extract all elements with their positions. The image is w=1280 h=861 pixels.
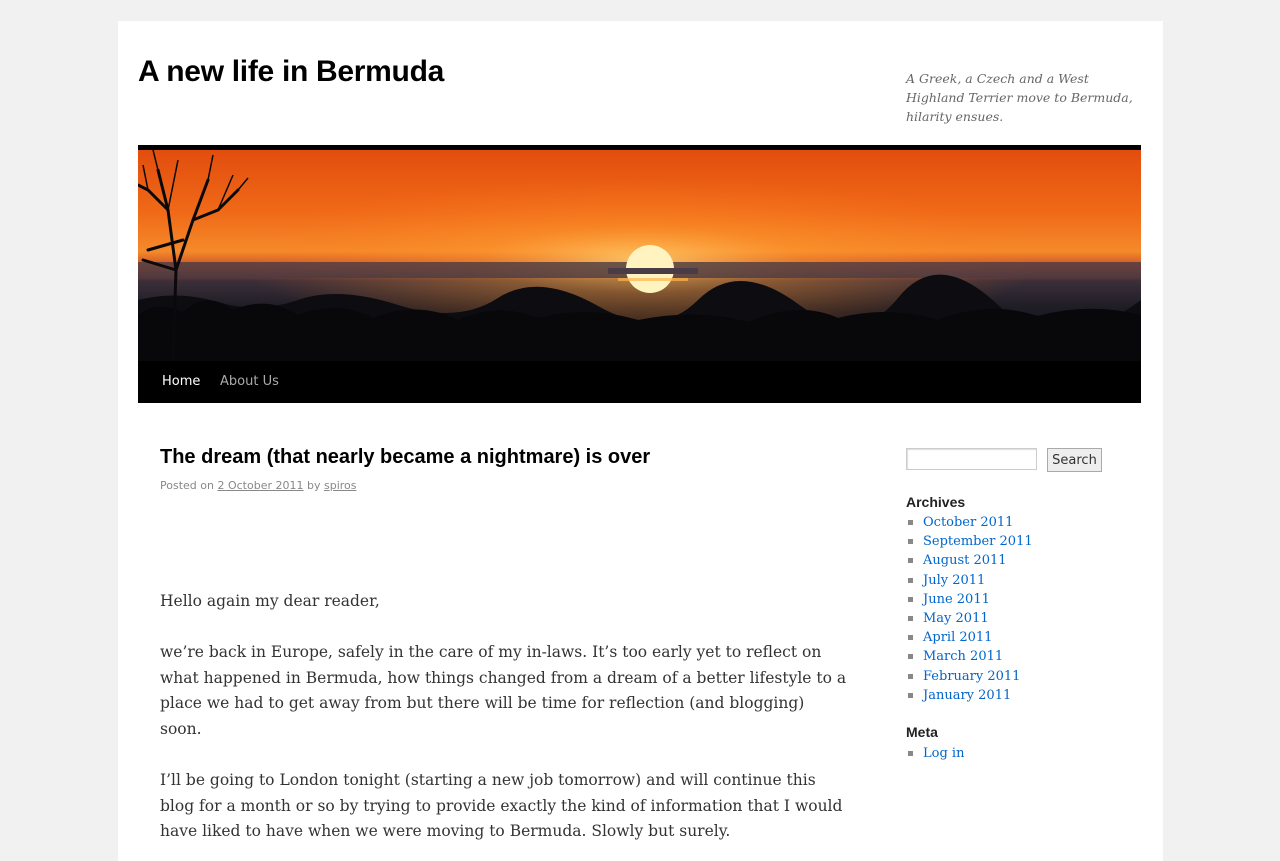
post-paragraph: we’re back in Europe, safely in the care… (160, 643, 847, 738)
list-item: June 2011 (906, 590, 1033, 609)
page-wrapper: A new life in Bermuda A Greek, a Czech a… (118, 21, 1163, 861)
archives-title: Archives (906, 494, 966, 510)
post-meta-label: Posted on (160, 479, 214, 492)
post-paragraph: Hello again my dear reader, (160, 592, 380, 610)
post-author-link[interactable]: spiros (324, 479, 357, 492)
bullet-icon (908, 539, 913, 545)
meta-list: Log in (906, 744, 964, 763)
list-item: February 2011 (906, 667, 1033, 686)
bullet-icon (908, 615, 913, 621)
archive-link[interactable]: August 2011 (923, 553, 1007, 568)
bullet-icon (908, 635, 913, 641)
bullet-icon (908, 673, 913, 679)
archive-link[interactable]: January 2011 (923, 688, 1011, 703)
main-navigation: Home About Us (138, 361, 1141, 403)
bullet-icon (908, 751, 913, 756)
bullet-icon (908, 654, 913, 660)
bullet-icon (908, 558, 913, 564)
archive-link[interactable]: July 2011 (923, 573, 985, 588)
post-paragraph: I’ll be going to London tonight (startin… (160, 771, 843, 841)
meta-title: Meta (906, 724, 938, 740)
nav-item-home[interactable]: Home (162, 361, 200, 403)
bullet-icon (908, 520, 913, 525)
post-date-link[interactable]: 2 October 2011 (217, 479, 303, 492)
archive-link[interactable]: February 2011 (923, 669, 1020, 684)
bullet-icon (908, 692, 913, 698)
list-item: April 2011 (906, 628, 1033, 647)
header-banner-image (138, 150, 1141, 361)
list-item: May 2011 (906, 609, 1033, 628)
post-meta-by: by (306, 479, 321, 492)
archive-link[interactable]: June 2011 (923, 592, 990, 607)
list-item: January 2011 (906, 686, 1033, 705)
list-item: October 2011 (906, 513, 1033, 532)
post-title[interactable]: The dream (that nearly became a nightmar… (160, 446, 650, 469)
list-item: September 2011 (906, 532, 1033, 551)
archives-list: October 2011 September 2011 August 2011 … (906, 513, 1033, 705)
list-item: August 2011 (906, 551, 1033, 570)
archive-link[interactable]: March 2011 (923, 649, 1003, 664)
list-item: March 2011 (906, 647, 1033, 666)
archive-link[interactable]: April 2011 (923, 630, 992, 645)
search-button[interactable]: Search (1047, 448, 1102, 472)
list-item: July 2011 (906, 571, 1033, 590)
post-meta: Posted on 2 October 2011 by spiros (160, 479, 357, 492)
bullet-icon (908, 596, 913, 602)
site-description: A Greek, a Czech and a West Highland Ter… (906, 71, 1133, 124)
nav-item-about-us[interactable]: About Us (220, 361, 279, 403)
log-in-link[interactable]: Log in (923, 746, 964, 761)
archive-link[interactable]: October 2011 (923, 515, 1013, 530)
search-input[interactable] (906, 448, 1037, 470)
archive-link[interactable]: September 2011 (923, 534, 1033, 549)
list-item: Log in (906, 744, 964, 763)
bullet-icon (908, 577, 913, 583)
archive-link[interactable]: May 2011 (923, 611, 989, 626)
site-title[interactable]: A new life in Bermuda (138, 55, 444, 89)
